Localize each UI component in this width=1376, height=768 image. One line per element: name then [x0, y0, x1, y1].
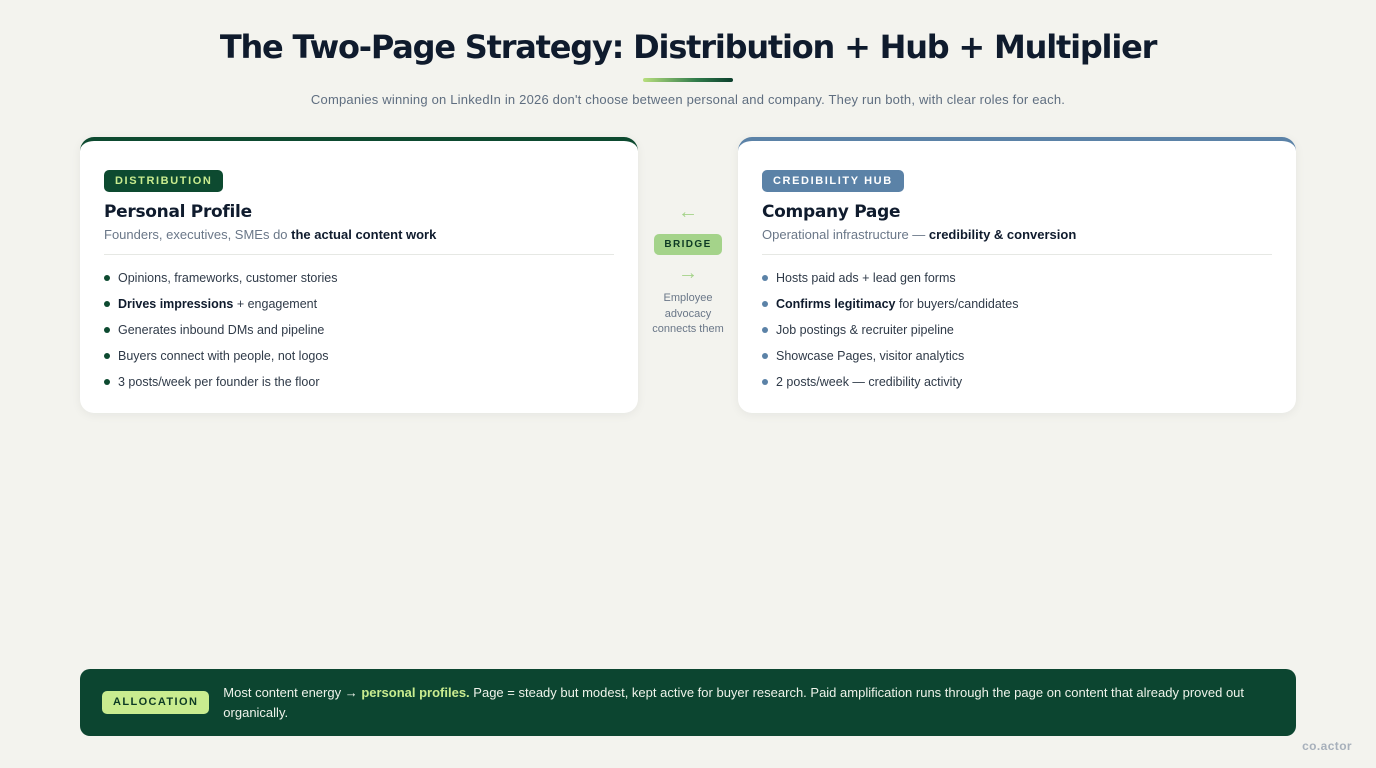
page-subtitle: Companies winning on LinkedIn in 2026 do…	[310, 92, 1066, 107]
credibility-hub-badge: CREDIBILITY HUB	[762, 170, 904, 192]
arrow-right-icon: →	[678, 262, 698, 284]
personal-profile-title: Personal Profile	[104, 202, 252, 222]
title-underline	[643, 78, 733, 82]
list-item: Generates inbound DMs and pipeline	[104, 321, 614, 347]
list-item: Hosts paid ads + lead gen forms	[762, 269, 1272, 295]
company-page-description: Operational infrastructure — credibility…	[762, 227, 1077, 242]
bridge-note: Employee advocacy connects them	[652, 292, 724, 335]
list-item: Confirms legitimacy for buyers/candidate…	[762, 295, 1272, 321]
card-divider	[104, 254, 614, 255]
allocation-badge: ALLOCATION	[102, 691, 210, 714]
distribution-badge: DISTRIBUTION	[104, 170, 224, 192]
list-item: Opinions, frameworks, customer stories	[104, 269, 614, 295]
company-page-title: Company Page	[762, 202, 901, 222]
list-item: 2 posts/week — credibility activity	[762, 373, 1272, 399]
list-item: Drives impressions + engagement	[104, 295, 614, 321]
list-item: Buyers connect with people, not logos	[104, 347, 614, 373]
company-page-points: Hosts paid ads + lead gen forms Confirms…	[762, 269, 1272, 399]
brand-logo-text: co.actor	[1302, 739, 1352, 753]
company-page-card: CREDIBILITY HUB Company Page Operational…	[738, 137, 1296, 413]
list-item: Job postings & recruiter pipeline	[762, 321, 1272, 347]
personal-profile-card: DISTRIBUTION Personal Profile Founders, …	[80, 137, 638, 413]
arrow-left-icon: ←	[678, 201, 698, 223]
personal-profile-description: Founders, executives, SMEs do the actual…	[104, 227, 437, 242]
bridge-badge: BRIDGE	[654, 234, 722, 255]
bridge-connector: ← BRIDGE → Employee advocacy connects th…	[638, 200, 738, 338]
list-item: 3 posts/week per founder is the floor	[104, 373, 614, 399]
card-divider	[762, 254, 1272, 255]
personal-profile-points: Opinions, frameworks, customer stories D…	[104, 269, 614, 399]
allocation-text: Most content energy → personal profiles.…	[223, 685, 1245, 720]
list-item: Showcase Pages, visitor analytics	[762, 347, 1272, 373]
page-title: The Two-Page Strategy: Distribution + Hu…	[219, 28, 1158, 66]
allocation-banner: ALLOCATION Most content energy → persona…	[80, 669, 1296, 736]
